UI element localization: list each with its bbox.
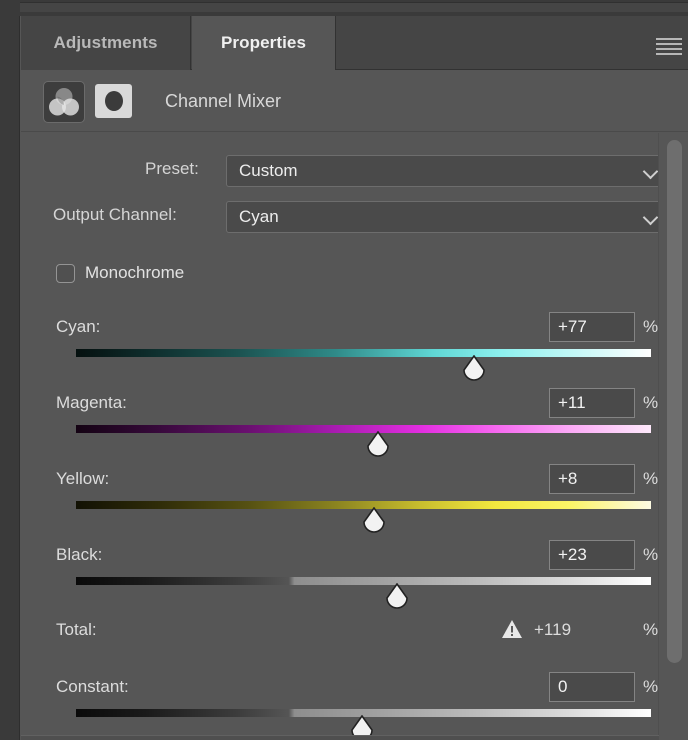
- warning-triangle-icon: [501, 619, 523, 639]
- yellow-unit: %: [643, 469, 658, 489]
- adjustment-title: Channel Mixer: [165, 70, 281, 132]
- tab-adjustments[interactable]: Adjustments: [21, 16, 191, 70]
- cyan-input[interactable]: +77: [549, 312, 635, 342]
- panel-scrollbar-thumb[interactable]: [667, 140, 682, 663]
- channel-mixer-icon[interactable]: [43, 81, 85, 123]
- cyan-slider-track[interactable]: [76, 349, 651, 357]
- yellow-value: +8: [558, 465, 577, 493]
- output-channel-label: Output Channel:: [53, 205, 177, 225]
- black-slider-track[interactable]: [76, 577, 651, 585]
- tab-properties[interactable]: Properties: [192, 16, 336, 70]
- adjustment-header: Channel Mixer: [21, 70, 688, 132]
- hamburger-menu-icon[interactable]: [656, 38, 682, 56]
- black-slider-handle[interactable]: [385, 583, 409, 609]
- cyan-label: Cyan:: [56, 317, 100, 337]
- constant-unit: %: [643, 677, 658, 697]
- menu-line: [656, 53, 682, 55]
- magenta-unit: %: [643, 393, 658, 413]
- monochrome-label: Monochrome: [85, 263, 184, 283]
- menu-line: [656, 48, 682, 50]
- black-value: +23: [558, 541, 587, 569]
- yellow-input[interactable]: +8: [549, 464, 635, 494]
- monochrome-checkbox[interactable]: [56, 264, 75, 283]
- properties-panel: Adjustments Properties Channel Mixer Pre…: [0, 0, 688, 740]
- magenta-slider-track[interactable]: [76, 425, 651, 433]
- menu-line: [656, 43, 682, 45]
- constant-value: 0: [558, 673, 567, 701]
- yellow-slider-handle[interactable]: [362, 507, 386, 533]
- yellow-label: Yellow:: [56, 469, 109, 489]
- panel-top-strip: [0, 0, 688, 16]
- magenta-value: +11: [558, 389, 586, 417]
- constant-label: Constant:: [56, 677, 129, 697]
- constant-input[interactable]: 0: [549, 672, 635, 702]
- menu-line: [656, 38, 682, 40]
- panel-tab-bar: Adjustments Properties: [21, 16, 688, 70]
- preset-value: Custom: [239, 156, 298, 186]
- magenta-slider-handle[interactable]: [366, 431, 390, 457]
- cyan-unit: %: [643, 317, 658, 337]
- magenta-label: Magenta:: [56, 393, 127, 413]
- total-label: Total:: [56, 620, 97, 640]
- black-input[interactable]: +23: [549, 540, 635, 570]
- chevron-down-icon: [645, 165, 658, 178]
- black-label: Black:: [56, 545, 102, 565]
- preset-label: Preset:: [145, 159, 199, 179]
- next-control-peek: [21, 735, 659, 740]
- preset-dropdown[interactable]: Custom: [226, 155, 659, 187]
- magenta-input[interactable]: +11: [549, 388, 635, 418]
- output-channel-value: Cyan: [239, 202, 279, 232]
- panel-left-gutter: [0, 0, 20, 740]
- panel-top-divider: [20, 2, 688, 12]
- black-unit: %: [643, 545, 658, 565]
- total-unit: %: [643, 620, 658, 640]
- cyan-slider-handle[interactable]: [462, 355, 486, 381]
- layer-mask-thumbnail[interactable]: [95, 84, 132, 118]
- total-value: +119: [534, 620, 571, 640]
- channel-mixer-controls: Preset: Custom Output Channel: Cyan Mono…: [21, 133, 659, 740]
- chevron-down-icon: [645, 211, 658, 224]
- cyan-value: +77: [558, 313, 587, 341]
- output-channel-dropdown[interactable]: Cyan: [226, 201, 659, 233]
